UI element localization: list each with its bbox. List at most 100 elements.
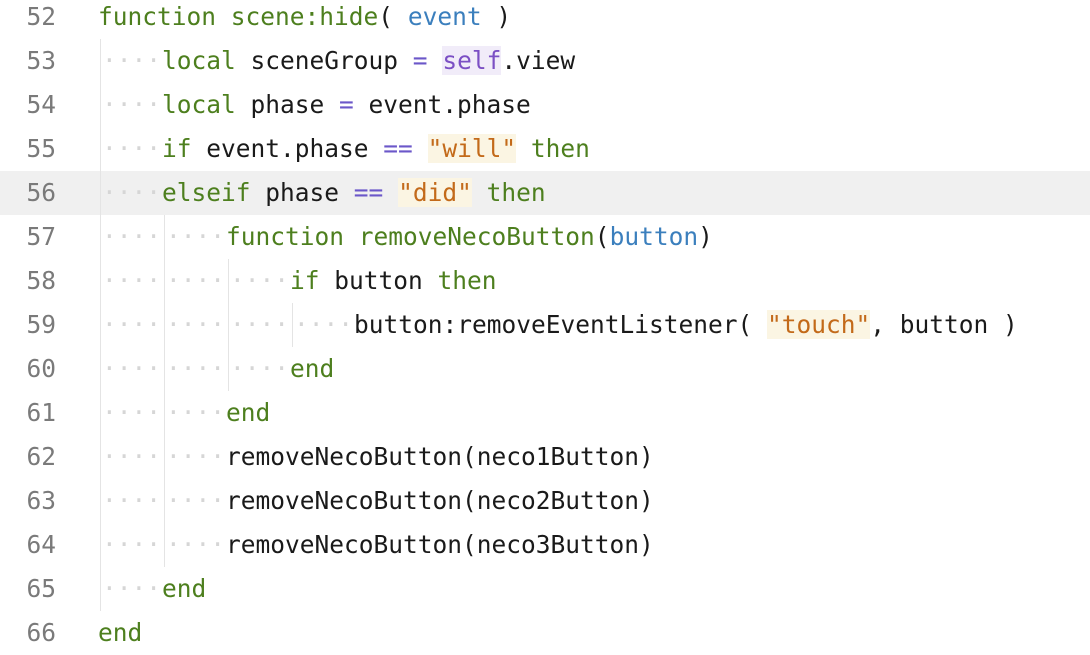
token-str: "did" [398,178,472,207]
line-number: 64 [26,530,56,559]
token-op: = [339,90,354,119]
indent-guide [100,215,101,259]
token-str: "touch" [767,310,871,339]
code-line[interactable]: 60 ···· ···· ···· end [0,347,1090,391]
indent-guide [100,171,101,215]
whitespace-dots: ···· [230,266,290,295]
code-text: removeNecoButton(neco1Button) [226,435,654,479]
whitespace-dots: ···· [230,354,290,383]
indent-guide [164,303,165,347]
code-line[interactable]: 61 ···· ···· end [0,391,1090,435]
code-line[interactable]: 57 ···· ···· function removeNecoButton(butt… [0,215,1090,259]
code-line[interactable]: 62 ···· ···· removeNecoButton(neco1Button) [0,435,1090,479]
token-text: removeNecoButton(neco3Button) [226,530,654,559]
indent-guide [228,347,229,391]
whitespace-dots: ···· [102,574,162,603]
line-number: 62 [26,442,56,471]
whitespace-dots: ···· [102,266,162,295]
indent-guide [100,479,101,523]
whitespace-dots: ···· [102,530,162,559]
code-line[interactable]: 59 ···· ···· ···· ···· button:removeEventList… [0,303,1090,347]
indent-guide [164,479,165,523]
line-number: 61 [26,398,56,427]
token-kw: end [290,354,335,383]
token-op: = [412,46,428,75]
code-text: function scene:hide( event ) [98,0,511,39]
code-line[interactable]: 56 ···· elseif phase == "did" then [0,171,1090,215]
token-text: removeNecoButton(neco1Button) [226,442,654,471]
indent-guide [100,567,101,611]
line-number: 52 [26,2,56,31]
token-kw: elseif [162,178,251,207]
whitespace-dots: ···· [102,134,162,163]
code-line[interactable]: 55 ···· if event.phase == "will" then [0,127,1090,171]
line-number: 58 [26,266,56,295]
indent-guide [100,347,101,391]
line-number: 59 [26,310,56,339]
code-line[interactable]: 64 ···· ···· removeNecoButton(neco3Button) [0,523,1090,567]
whitespace-dots: ···· [230,310,290,339]
token-text: sceneGroup [235,46,413,75]
line-number: 60 [26,354,56,383]
token-text: ) [481,2,512,31]
indent-guide [100,303,101,347]
code-text: removeNecoButton(neco2Button) [226,479,654,523]
token-kw: local [162,46,236,75]
token-text: ( [594,222,610,251]
whitespace-dots: ···· [102,90,162,119]
token-kw: if [290,266,320,295]
token-text: removeNecoButton(neco2Button) [226,486,654,515]
code-text: if button then [290,259,497,303]
whitespace-dots: ···· [166,354,226,383]
whitespace-dots: ···· [102,222,162,251]
code-line[interactable]: 53 ···· local sceneGroup = self.view [0,39,1090,83]
code-line[interactable]: 63 ···· ···· removeNecoButton(neco2Button) [0,479,1090,523]
token-param: event [407,2,482,31]
code-line[interactable]: 52 function scene:hide( event ) [0,0,1090,39]
code-line[interactable]: 54 ···· local phase = event.phase [0,83,1090,127]
whitespace-dots: ···· [166,222,226,251]
token-fn: removeNecoButton [358,222,595,251]
token-text: phase [235,90,340,119]
code-editor[interactable]: 52 function scene:hide( event ) 53 ···· loca… [0,0,1090,647]
whitespace-dots: ···· [102,310,162,339]
token-text: ( [378,2,408,31]
whitespace-dots: ···· [102,354,162,383]
whitespace-dots: ···· [166,442,226,471]
whitespace-dots: ···· [166,398,226,427]
indent-guide [164,215,165,259]
code-line[interactable]: 65 ···· end [0,567,1090,611]
token-kw: function [98,2,217,31]
line-number: 56 [26,178,56,207]
token-text: , button ) [870,310,1018,339]
indent-guide [292,303,293,347]
indent-guide [164,347,165,391]
code-text: end [290,347,334,391]
token-kw: function [226,222,345,251]
code-line[interactable]: 58 ···· ···· ···· if button then [0,259,1090,303]
token-text: phase [250,178,354,207]
indent-guide [100,435,101,479]
token-kw: if [162,134,192,163]
indent-guide [228,259,229,303]
whitespace-dots: ···· [166,486,226,515]
code-text: local sceneGroup = self.view [162,39,575,83]
line-number: 63 [26,486,56,515]
indent-guide [164,523,165,567]
code-line[interactable]: 66 end [0,611,1090,655]
token-text: event.phase [191,134,384,163]
token-op: == [353,178,384,207]
token-kw: end [162,574,207,603]
token-kw: then [486,178,546,207]
code-text: button:removeEventListener( "touch", but… [354,303,1018,347]
whitespace-dots: ···· [102,486,162,515]
line-number: 54 [26,90,56,119]
token-fn: scene:hide [230,2,379,31]
